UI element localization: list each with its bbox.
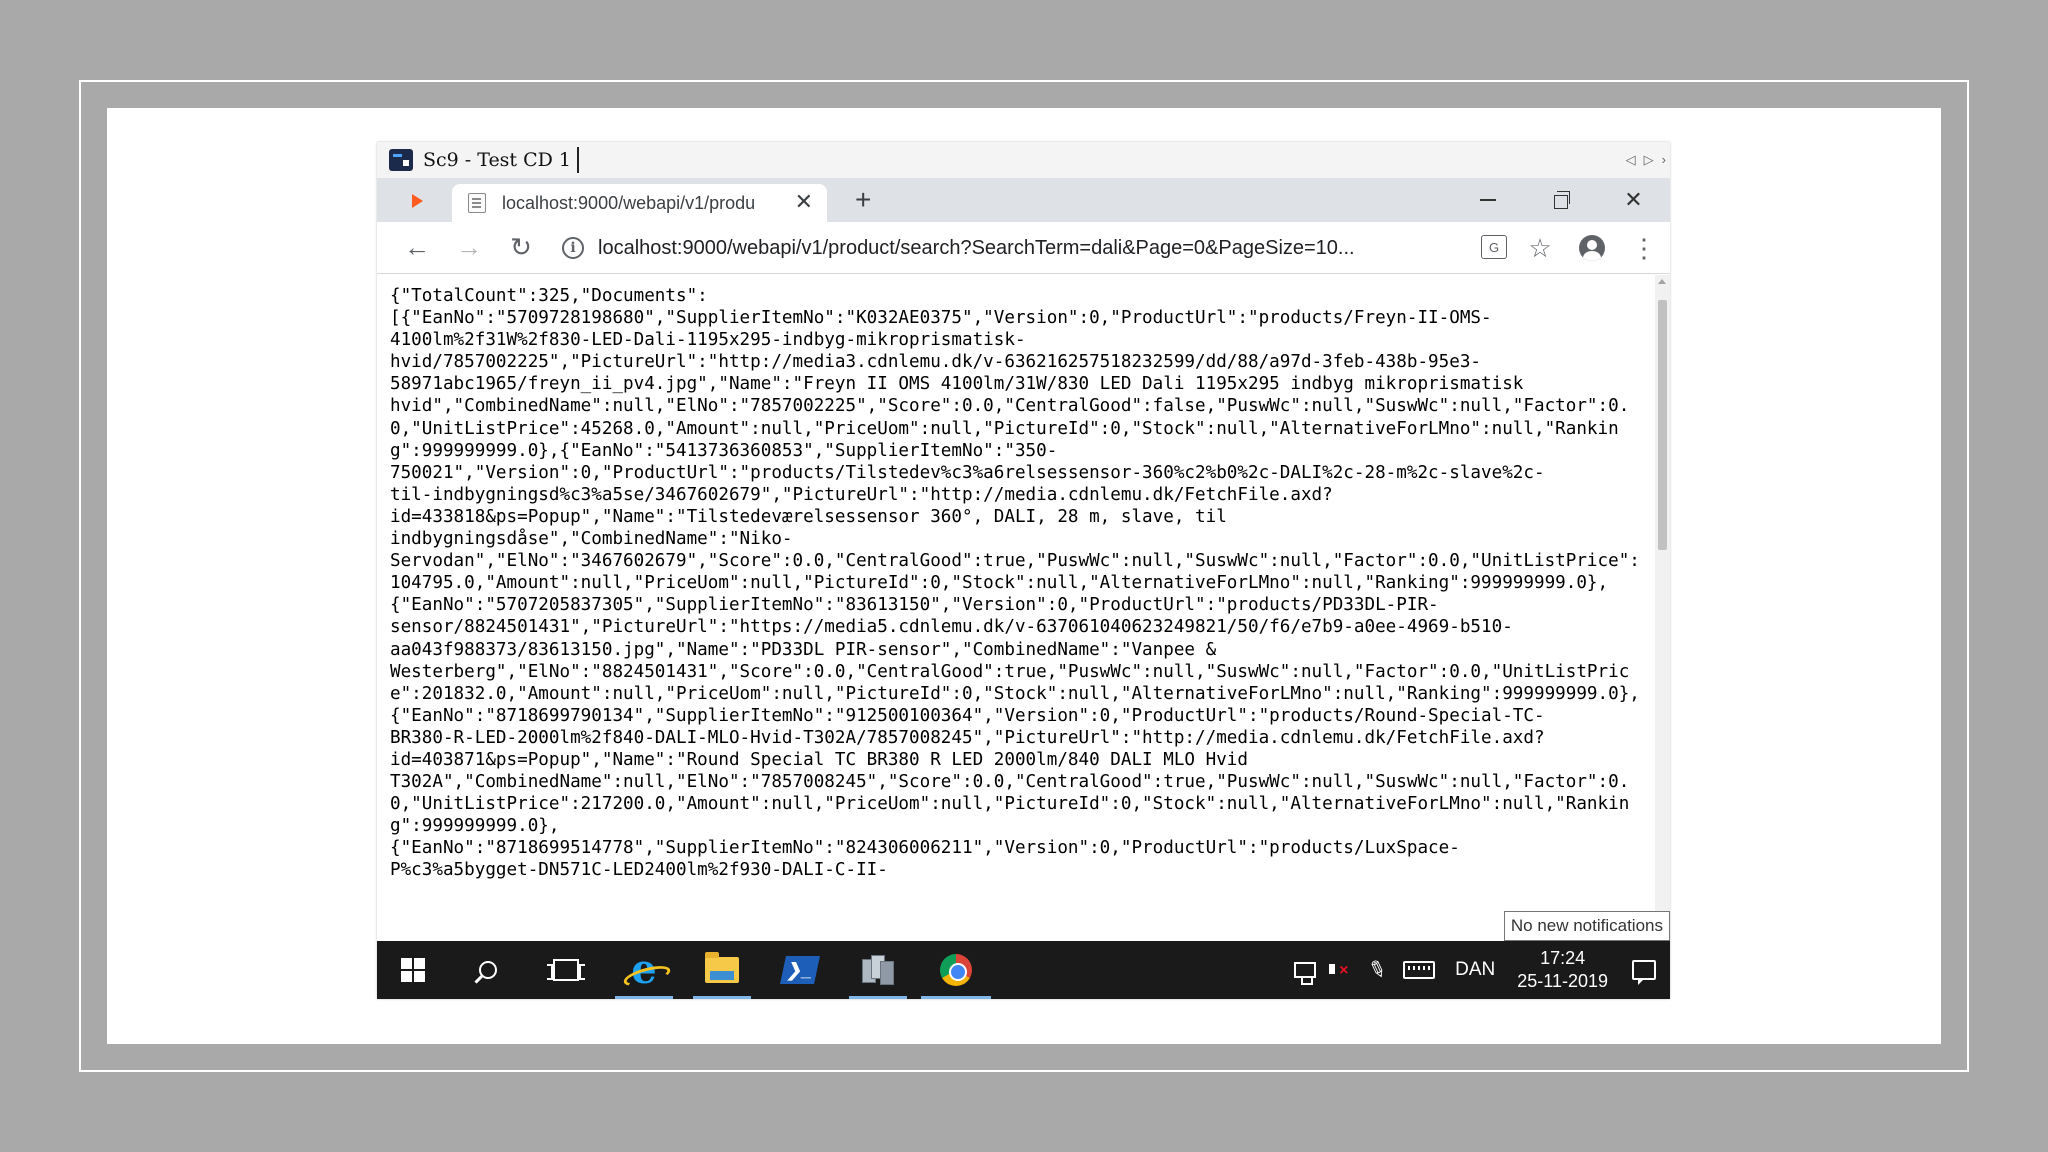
tray-pen[interactable]: ✎ (1359, 941, 1395, 999)
json-response-text: {"TotalCount":325,"Documents": [{"EanNo"… (390, 286, 1640, 881)
session-more-icon[interactable]: › (1662, 152, 1666, 168)
notifications-tooltip: No new notifications (1503, 911, 1670, 941)
account-icon (1579, 235, 1605, 261)
session-next-icon[interactable]: ▷ (1644, 152, 1654, 168)
volume-muted-icon (1329, 960, 1353, 980)
taskbar-powershell[interactable]: ❯_ (761, 941, 839, 999)
tab-title: localhost:9000/webapi/v1/produ (502, 192, 756, 213)
network-icon (1294, 962, 1317, 985)
search-icon (479, 961, 497, 979)
star-icon: ☆ (1528, 232, 1552, 263)
action-center-icon (1632, 960, 1656, 985)
media-tab-button[interactable] (397, 188, 437, 214)
address-bar[interactable]: i localhost:9000/webapi/v1/product/searc… (552, 229, 1507, 267)
minimize-icon (1479, 199, 1496, 201)
site-info-icon[interactable]: i (562, 237, 584, 259)
profile-button[interactable] (1566, 222, 1618, 274)
tab-close-button[interactable]: ✕ (795, 189, 813, 215)
session-title: Sc9 - Test CD 1 (423, 147, 580, 173)
windows-logo-icon (401, 958, 425, 982)
clock-date: 25-11-2019 (1517, 971, 1608, 991)
scrollbar-thumb[interactable] (1658, 300, 1667, 550)
touch-keyboard-icon (1403, 961, 1436, 979)
internet-explorer-icon: e (631, 946, 657, 993)
browser-tab-active[interactable]: localhost:9000/webapi/v1/produ ✕ (452, 184, 827, 222)
input-language[interactable]: DAN (1443, 959, 1507, 981)
page-content: {"TotalCount":325,"Documents": [{"EanNo"… (377, 275, 1655, 916)
vertical-scrollbar[interactable] (1655, 275, 1670, 916)
window-controls: ✕ (1451, 178, 1670, 222)
action-center-button[interactable] (1618, 941, 1670, 999)
tray-keyboard[interactable] (1395, 941, 1443, 999)
start-button[interactable] (377, 941, 449, 999)
windows-taskbar: e ❯_ ✎ DAN (377, 941, 1670, 999)
powershell-icon: ❯_ (780, 956, 820, 984)
tray-volume[interactable] (1323, 941, 1359, 999)
system-tray: ✎ DAN 17:24 25-11-2019 (1287, 941, 1670, 999)
restore-button[interactable] (1524, 178, 1597, 222)
taskbar-file-explorer[interactable] (683, 941, 761, 999)
translate-icon[interactable]: G (1481, 235, 1507, 259)
session-prev-icon[interactable]: ◁ (1626, 152, 1636, 168)
forward-button[interactable]: → (443, 222, 495, 274)
chrome-menu-button[interactable]: ⋮ (1618, 222, 1670, 274)
new-tab-button[interactable]: + (855, 184, 871, 216)
page-favicon-icon (468, 193, 486, 213)
pen-icon: ✎ (1364, 954, 1391, 985)
session-title-bar: Sc9 - Test CD 1 ◁ ▷ › (377, 142, 1670, 178)
taskbar-internet-explorer[interactable]: e (605, 941, 683, 999)
server-manager-icon (862, 955, 894, 985)
bookmark-star-button[interactable]: ☆ (1514, 222, 1566, 274)
taskbar-chrome[interactable] (917, 941, 995, 999)
browser-toolbar: ← → ↻ i localhost:9000/webapi/v1/product… (377, 222, 1670, 274)
scroll-up-icon[interactable] (1658, 279, 1666, 284)
file-explorer-icon (705, 952, 739, 983)
clock-time: 17:24 (1540, 948, 1586, 968)
back-button[interactable]: ← (391, 222, 443, 274)
play-icon (411, 194, 423, 208)
task-view-button[interactable] (527, 941, 605, 999)
session-nav: ◁ ▷ › (1626, 152, 1666, 168)
remote-session-logo-icon (389, 149, 413, 171)
search-button[interactable] (449, 941, 527, 999)
restore-icon (1553, 191, 1570, 209)
tray-network[interactable] (1287, 941, 1323, 999)
close-window-button[interactable]: ✕ (1597, 178, 1670, 222)
taskbar-server-manager[interactable] (839, 941, 917, 999)
reload-button[interactable]: ↻ (495, 222, 547, 274)
task-view-icon (547, 959, 585, 981)
minimize-button[interactable] (1451, 178, 1524, 222)
chrome-icon (940, 954, 972, 986)
kebab-menu-icon: ⋮ (1631, 232, 1657, 263)
toolbar-right-actions: ☆ ⋮ (1514, 222, 1670, 274)
browser-tab-strip: localhost:9000/webapi/v1/produ ✕ + ✕ (377, 178, 1670, 222)
url-text[interactable]: localhost:9000/webapi/v1/product/search?… (598, 237, 1443, 260)
clock[interactable]: 17:24 25-11-2019 (1507, 947, 1618, 993)
remote-desktop-window: Sc9 - Test CD 1 ◁ ▷ › localhost:9000/web… (377, 142, 1670, 999)
